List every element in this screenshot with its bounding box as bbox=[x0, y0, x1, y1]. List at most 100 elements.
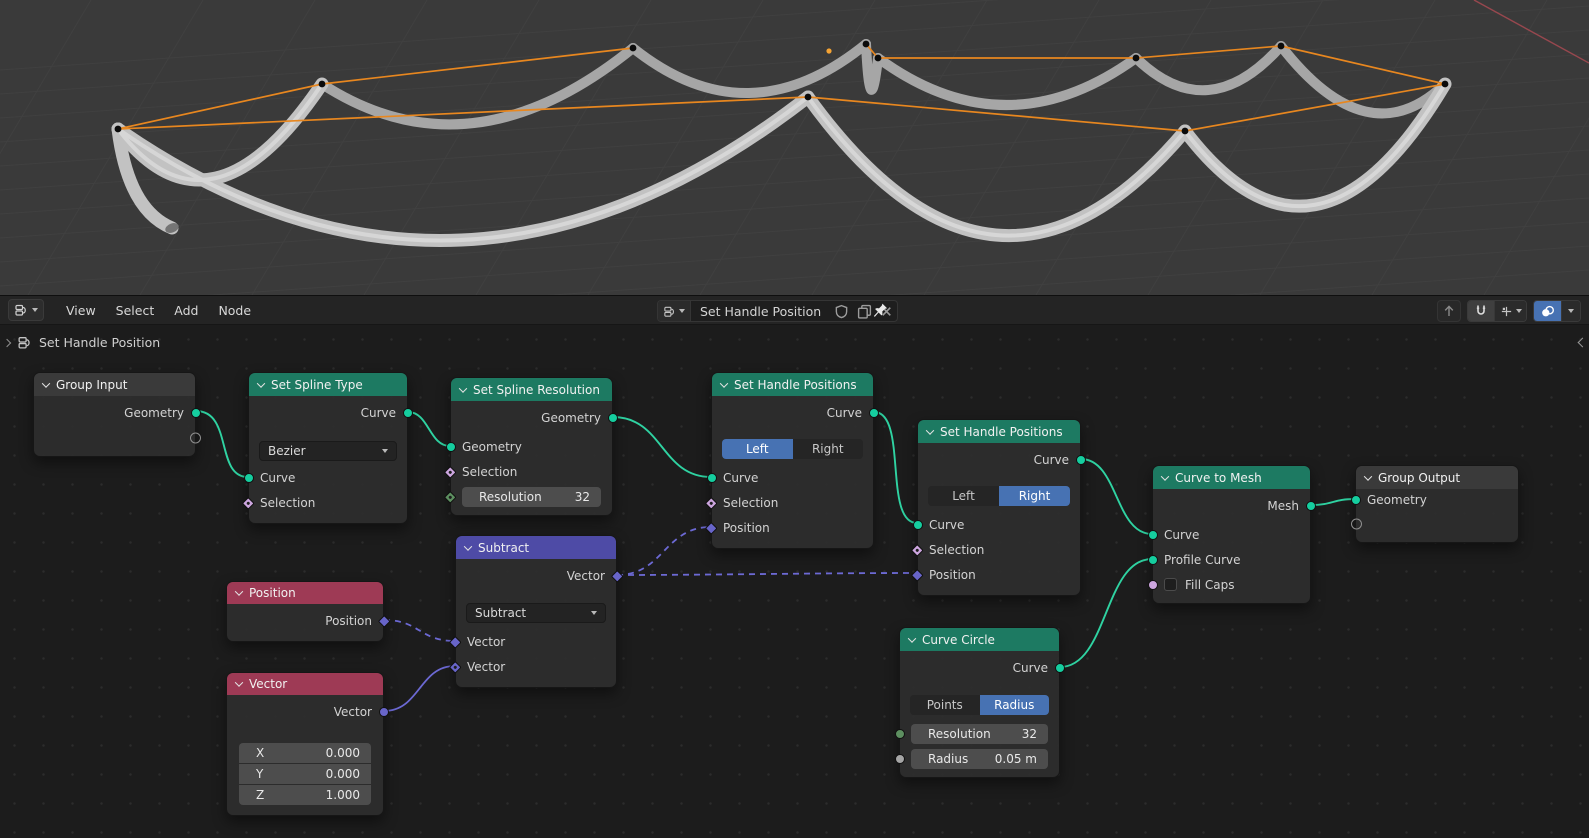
fill-caps-input-socket[interactable] bbox=[1148, 580, 1158, 590]
geometry-input-socket[interactable] bbox=[446, 442, 456, 452]
snap-mode-dropdown[interactable] bbox=[1494, 301, 1526, 321]
node-vector[interactable]: Vector Vector X 0.000 Y 0.000 Z 1.000 bbox=[226, 672, 384, 816]
mode-right-button[interactable]: Right bbox=[793, 439, 864, 459]
node-group-output[interactable]: Group Output Geometry bbox=[1355, 465, 1519, 543]
node-header[interactable]: Position bbox=[227, 582, 383, 604]
chevron-down-icon bbox=[32, 308, 38, 312]
spline-type-dropdown[interactable]: Bezier bbox=[259, 441, 397, 461]
3d-viewport[interactable] bbox=[0, 0, 1589, 295]
menu-select[interactable]: Select bbox=[106, 303, 165, 318]
node-header[interactable]: Group Input bbox=[34, 373, 195, 396]
node-header[interactable]: Curve Circle bbox=[900, 628, 1059, 651]
node-header[interactable]: Set Handle Positions bbox=[918, 420, 1080, 443]
geometry-output-socket[interactable] bbox=[608, 413, 618, 423]
menu-node[interactable]: Node bbox=[208, 303, 261, 318]
node-canvas[interactable]: Set Handle Position Group Input Geometry bbox=[0, 325, 1589, 838]
vector-y-field[interactable]: Y 0.000 bbox=[239, 764, 371, 784]
tree-name-field[interactable]: Set Handle Position bbox=[691, 304, 830, 319]
mesh-output-socket[interactable] bbox=[1306, 501, 1316, 511]
vector-x-field[interactable]: X 0.000 bbox=[239, 743, 371, 763]
geometry-output-socket[interactable] bbox=[191, 408, 201, 418]
node-set-spline-resolution[interactable]: Set Spline Resolution Geometry Geometry … bbox=[450, 377, 613, 516]
go-to-parent-button[interactable] bbox=[1437, 300, 1461, 322]
node-position[interactable]: Position Position bbox=[226, 581, 384, 642]
selection-input-socket[interactable] bbox=[444, 465, 456, 477]
selection-input-socket[interactable] bbox=[911, 543, 923, 555]
position-output-socket[interactable] bbox=[378, 614, 390, 626]
geometry-input-socket[interactable] bbox=[1351, 495, 1361, 505]
resolution-input-socket[interactable] bbox=[895, 729, 905, 739]
editor-type-button[interactable] bbox=[8, 299, 44, 321]
vector-input-socket-2[interactable] bbox=[449, 660, 461, 672]
curve-output-socket[interactable] bbox=[403, 408, 413, 418]
node-curve-to-mesh[interactable]: Curve to Mesh Mesh Curve Profile Curve F… bbox=[1152, 465, 1311, 604]
curve-output-socket[interactable] bbox=[1055, 663, 1065, 673]
selection-input-socket[interactable] bbox=[705, 496, 717, 508]
resolution-input-socket[interactable] bbox=[444, 490, 456, 502]
curve-input-socket[interactable] bbox=[707, 473, 717, 483]
collapse-chevron-icon[interactable] bbox=[926, 426, 934, 434]
virtual-input-socket[interactable] bbox=[1351, 518, 1362, 529]
operation-dropdown[interactable]: Subtract bbox=[466, 603, 606, 623]
mode-radius-button[interactable]: Radius bbox=[980, 695, 1050, 715]
overlays-dropdown[interactable] bbox=[1561, 301, 1580, 321]
node-header[interactable]: Group Output bbox=[1356, 466, 1518, 489]
mode-right-button[interactable]: Right bbox=[999, 486, 1070, 506]
node-set-handle-positions-right[interactable]: Set Handle Positions Curve Left Right Cu… bbox=[917, 419, 1081, 596]
mode-left-button[interactable]: Left bbox=[928, 486, 999, 506]
curve-input-socket[interactable] bbox=[913, 520, 923, 530]
collapse-chevron-icon[interactable] bbox=[1364, 472, 1372, 480]
node-header[interactable]: Curve to Mesh bbox=[1153, 466, 1310, 489]
node-header[interactable]: Set Spline Resolution bbox=[451, 378, 612, 401]
node-editor-header: View Select Add Node Set Handle Position bbox=[0, 295, 1589, 325]
collapse-chevron-icon[interactable] bbox=[42, 379, 50, 387]
node-group-input[interactable]: Group Input Geometry bbox=[33, 372, 196, 457]
node-header[interactable]: Set Spline Type bbox=[249, 373, 407, 396]
snap-toggle-button[interactable] bbox=[1468, 301, 1494, 321]
node-set-spline-type[interactable]: Set Spline Type Curve Bezier Curve Selec… bbox=[248, 372, 408, 524]
resolution-field[interactable]: Resolution 32 bbox=[911, 724, 1048, 744]
collapse-chevron-icon[interactable] bbox=[720, 379, 728, 387]
vector-output-socket[interactable] bbox=[379, 707, 389, 717]
curve-input-socket[interactable] bbox=[244, 473, 254, 483]
collapse-chevron-icon[interactable] bbox=[1161, 472, 1169, 480]
collapse-chevron-icon[interactable] bbox=[459, 384, 467, 392]
mode-points-button[interactable]: Points bbox=[910, 695, 980, 715]
collapse-chevron-icon[interactable] bbox=[235, 678, 243, 686]
radius-input-socket[interactable] bbox=[895, 754, 905, 764]
resolution-field[interactable]: Resolution 32 bbox=[462, 487, 601, 507]
curve-output-socket[interactable] bbox=[869, 408, 879, 418]
fill-caps-checkbox[interactable] bbox=[1164, 578, 1177, 591]
node-header[interactable]: Set Handle Positions bbox=[712, 373, 873, 396]
node-vector-math-subtract[interactable]: Subtract Vector Subtract Vector Vector bbox=[455, 535, 617, 688]
curve-output-socket[interactable] bbox=[1076, 455, 1086, 465]
selection-input-socket[interactable] bbox=[242, 496, 254, 508]
pin-button[interactable] bbox=[872, 302, 889, 322]
node-curve-circle[interactable]: Curve Circle Curve Points Radius Resolut… bbox=[899, 627, 1060, 778]
virtual-output-socket[interactable] bbox=[190, 432, 201, 443]
node-header[interactable]: Subtract bbox=[456, 536, 616, 559]
collapse-chevron-icon[interactable] bbox=[235, 587, 243, 595]
collapse-chevron-icon[interactable] bbox=[908, 634, 916, 642]
curve-input-socket[interactable] bbox=[1148, 530, 1158, 540]
position-input-socket[interactable] bbox=[705, 521, 717, 533]
vector-input-socket-1[interactable] bbox=[449, 635, 461, 647]
node-header[interactable]: Vector bbox=[227, 673, 383, 695]
mode-left-button[interactable]: Left bbox=[722, 439, 793, 459]
collapse-chevron-icon[interactable] bbox=[464, 542, 472, 550]
node-title: Set Handle Positions bbox=[734, 378, 857, 392]
profile-curve-input-socket[interactable] bbox=[1148, 555, 1158, 565]
position-input-socket[interactable] bbox=[911, 568, 923, 580]
radius-field[interactable]: Radius 0.05 m bbox=[911, 749, 1048, 769]
vector-output-socket[interactable] bbox=[611, 569, 623, 581]
menu-view[interactable]: View bbox=[56, 303, 106, 318]
overlays-toggle-button[interactable] bbox=[1534, 301, 1561, 321]
node-set-handle-positions-left[interactable]: Set Handle Positions Curve Left Right Cu… bbox=[711, 372, 874, 549]
collapse-chevron-icon[interactable] bbox=[257, 379, 265, 387]
sidebar-collapse-arrow[interactable] bbox=[1578, 338, 1588, 348]
node-title: Curve to Mesh bbox=[1175, 471, 1262, 485]
browse-tree-button[interactable] bbox=[658, 301, 691, 321]
menu-add[interactable]: Add bbox=[164, 303, 208, 318]
fake-user-button[interactable] bbox=[830, 304, 853, 319]
vector-z-field[interactable]: Z 1.000 bbox=[239, 785, 371, 805]
